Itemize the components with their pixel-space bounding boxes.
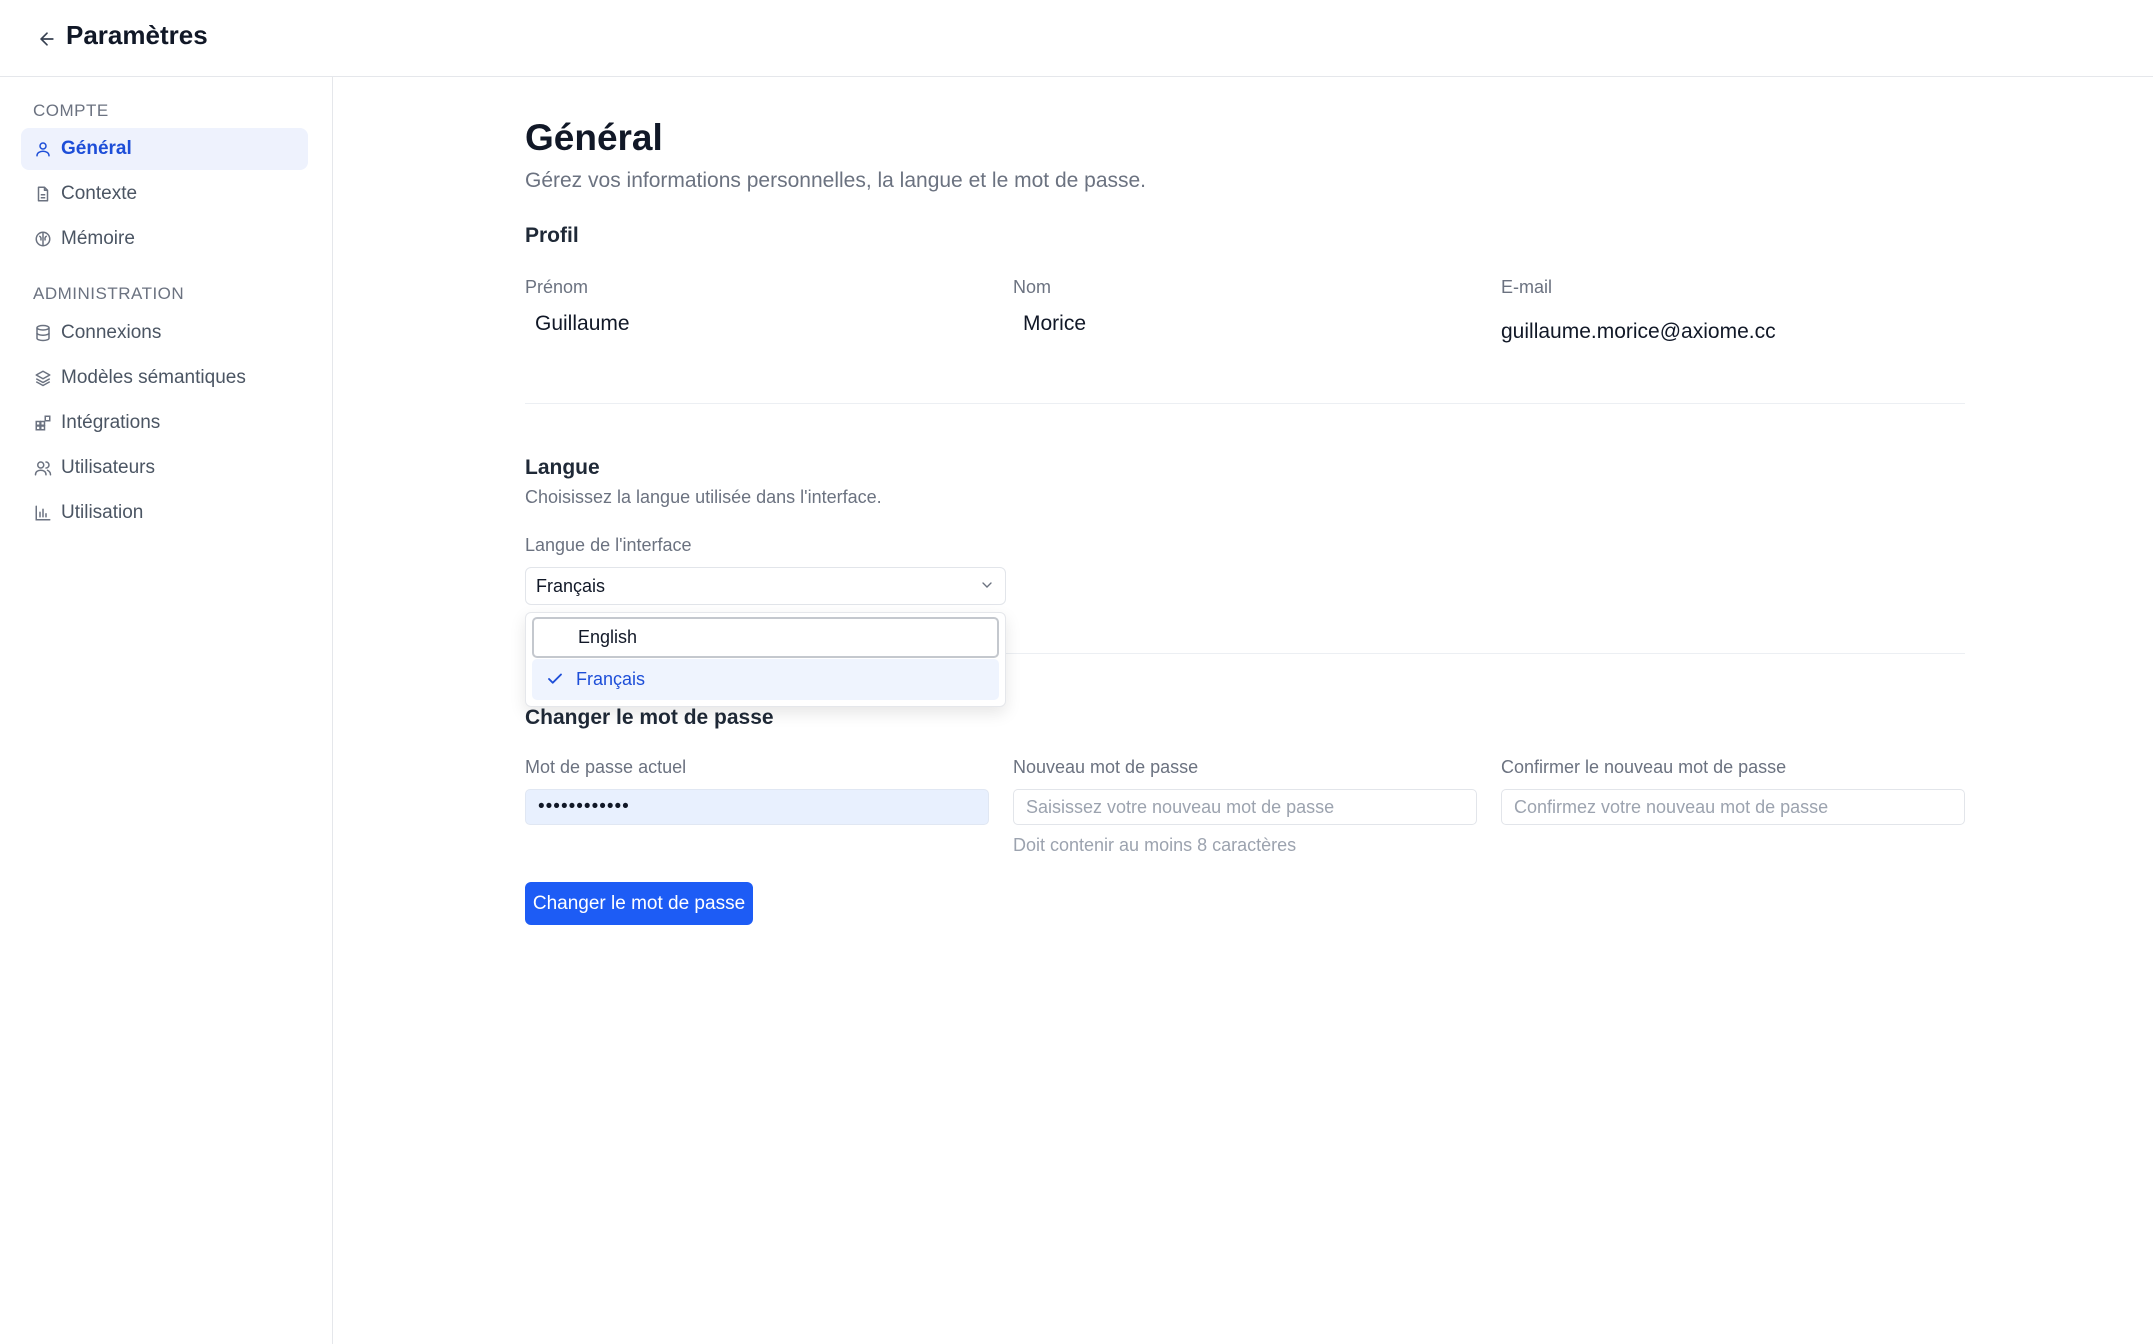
sidebar-item-memoire[interactable]: Mémoire bbox=[21, 218, 308, 260]
sidebar-section-compte: COMPTE bbox=[33, 101, 109, 120]
email-value: guillaume.morice@axiome.cc bbox=[1501, 320, 1776, 343]
confirm-password-input[interactable]: Confirmez votre nouveau mot de passe bbox=[1501, 789, 1965, 825]
confirm-password-label: Confirmer le nouveau mot de passe bbox=[1501, 757, 1787, 777]
document-icon bbox=[33, 184, 53, 204]
new-password-hint: Doit contenir au moins 8 caractères bbox=[1013, 835, 1297, 855]
sidebar-section-administration: ADMINISTRATION bbox=[33, 284, 185, 303]
language-dropdown: English Français bbox=[525, 612, 1006, 707]
first-name-label: Prénom bbox=[525, 277, 589, 297]
layers-icon bbox=[33, 368, 53, 388]
language-option-francais[interactable]: Français bbox=[532, 659, 999, 700]
settings-sidebar: COMPTE Général Contexte Mémoire ADMINIST… bbox=[0, 77, 333, 1344]
sidebar-item-connexions[interactable]: Connexions bbox=[21, 312, 308, 354]
sidebar-item-integrations[interactable]: Intégrations bbox=[21, 402, 308, 444]
change-password-button[interactable]: Changer le mot de passe bbox=[525, 882, 753, 925]
sidebar-item-contexte[interactable]: Contexte bbox=[21, 173, 308, 215]
app-header: Paramètres bbox=[0, 0, 2153, 77]
arrow-left-icon bbox=[40, 32, 54, 46]
sidebar-item-label: Modèles sémantiques bbox=[61, 367, 246, 388]
sidebar-item-label: Intégrations bbox=[61, 412, 161, 433]
check-icon bbox=[548, 673, 562, 684]
new-password-input[interactable]: Saisissez votre nouveau mot de passe bbox=[1013, 789, 1477, 825]
language-section-title: Langue bbox=[525, 456, 600, 479]
sidebar-item-label: Général bbox=[61, 138, 132, 159]
option-label: Français bbox=[576, 669, 646, 689]
language-select[interactable]: Français bbox=[525, 567, 1006, 605]
bar-chart-icon bbox=[33, 503, 53, 523]
sidebar-item-utilisation[interactable]: Utilisation bbox=[21, 492, 308, 534]
email-label: E-mail bbox=[1501, 277, 1553, 297]
page-subtitle: Gérez vos informations personnelles, la … bbox=[525, 169, 1147, 192]
puzzle-icon bbox=[33, 413, 53, 433]
chevron-down-icon bbox=[982, 582, 992, 588]
sidebar-item-utilisateurs[interactable]: Utilisateurs bbox=[21, 447, 308, 489]
sidebar-item-label: Connexions bbox=[61, 322, 162, 343]
first-name-value[interactable]: Guillaume bbox=[535, 312, 630, 336]
brain-icon bbox=[33, 229, 53, 249]
language-select-value: Français bbox=[536, 575, 606, 596]
section-divider bbox=[525, 403, 1965, 404]
sidebar-item-label: Utilisation bbox=[61, 502, 144, 523]
language-field-label: Langue de l'interface bbox=[525, 535, 692, 555]
main-content: Général Gérez vos informations personnel… bbox=[333, 77, 2153, 1344]
last-name-value[interactable]: Morice bbox=[1023, 312, 1086, 336]
page-title: Général bbox=[525, 117, 663, 158]
profile-section-title: Profil bbox=[525, 224, 579, 247]
option-label: English bbox=[578, 627, 638, 647]
last-name-label: Nom bbox=[1013, 277, 1052, 297]
sidebar-item-modeles-semantiques[interactable]: Modèles sémantiques bbox=[21, 357, 308, 399]
sidebar-item-label: Contexte bbox=[61, 183, 138, 204]
new-password-label: Nouveau mot de passe bbox=[1013, 757, 1199, 777]
password-section-title: Changer le mot de passe bbox=[525, 706, 774, 729]
back-button[interactable] bbox=[30, 22, 64, 56]
users-icon bbox=[33, 458, 53, 478]
sidebar-item-label: Utilisateurs bbox=[61, 457, 155, 478]
user-icon bbox=[33, 139, 53, 159]
language-option-english[interactable]: English bbox=[532, 617, 999, 658]
language-section-description: Choisissez la langue utilisée dans l'int… bbox=[525, 487, 882, 507]
page-header-title: Paramètres bbox=[66, 20, 208, 50]
sidebar-item-general[interactable]: Général bbox=[21, 128, 308, 170]
current-password-label: Mot de passe actuel bbox=[525, 757, 687, 777]
current-password-input[interactable]: •••••••••••• bbox=[525, 789, 989, 825]
database-icon bbox=[33, 323, 53, 343]
sidebar-item-label: Mémoire bbox=[61, 228, 135, 249]
